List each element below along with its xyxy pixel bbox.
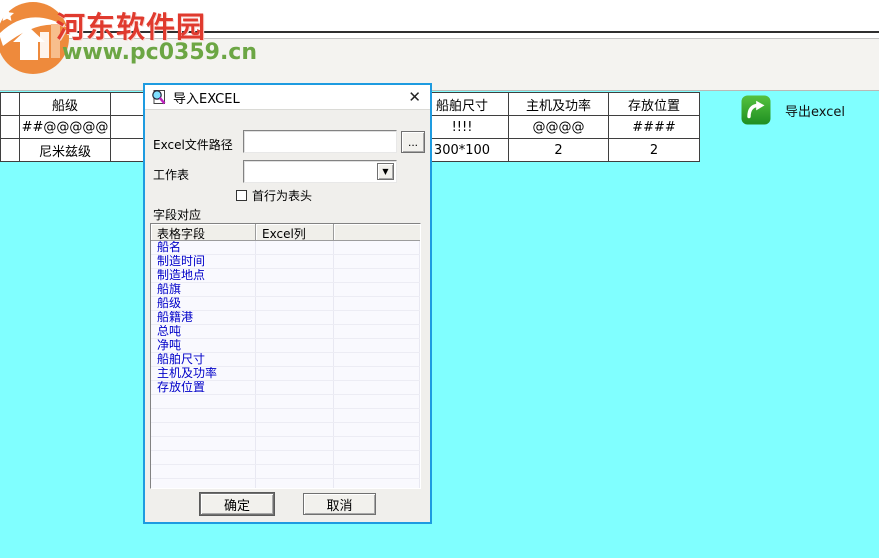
grid-field-cell[interactable]: 制造地点 <box>151 269 256 282</box>
grid-row[interactable]: 船舶尺寸 <box>151 353 420 367</box>
table-cell[interactable]: 2 <box>508 138 609 162</box>
grid-field-cell[interactable]: 制造时间 <box>151 255 256 268</box>
grid-excel-cell[interactable] <box>256 339 334 352</box>
first-row-header-label: 首行为表头 <box>252 189 313 203</box>
grid-extra-cell[interactable] <box>334 339 420 352</box>
grid-extra-cell[interactable] <box>334 353 420 366</box>
grid-excel-cell[interactable] <box>256 297 334 310</box>
grid-row[interactable]: 存放位置 <box>151 381 420 395</box>
grid-extra-cell[interactable] <box>334 381 420 394</box>
grid-field-cell[interactable]: 净吨 <box>151 339 256 352</box>
browse-button[interactable]: ... <box>401 131 425 153</box>
grid-row[interactable]: 净吨 <box>151 339 420 353</box>
grid-column-header-excel-column: Excel列 <box>256 224 334 241</box>
grid-row[interactable]: 船名 <box>151 241 420 255</box>
grid-row[interactable]: 主机及功率 <box>151 367 420 381</box>
grid-excel-cell[interactable] <box>256 367 334 380</box>
grid-field-cell[interactable]: 存放位置 <box>151 381 256 394</box>
mapping-grid: 表格字段 Excel列 船名 制造时间 制造地点 船旗 船级 船籍港 总吨 净吨… <box>150 223 421 489</box>
worksheet-label: 工作表 <box>153 168 190 182</box>
column-header-engine-power: 主机及功率 <box>508 92 609 116</box>
toolbar-button-export-excel[interactable]: 导出excel <box>741 94 845 126</box>
grid-extra-cell[interactable] <box>334 367 420 380</box>
close-icon[interactable]: ✕ <box>408 89 421 105</box>
grid-excel-cell[interactable] <box>256 381 334 394</box>
grid-column-header-empty <box>334 224 420 241</box>
grid-extra-cell[interactable] <box>334 269 420 282</box>
grid-row-empty[interactable] <box>151 409 420 423</box>
grid-column-header-table-field: 表格字段 <box>151 224 256 241</box>
grid-field-cell[interactable]: 船旗 <box>151 283 256 296</box>
field-mapping-label: 字段对应 <box>153 208 202 222</box>
site-url: www.pc0359.cn <box>62 40 258 65</box>
grid-row-empty[interactable] <box>151 465 420 479</box>
grid-extra-cell[interactable] <box>334 241 420 254</box>
ok-button[interactable]: 确定 <box>199 492 275 516</box>
table-cell[interactable]: @@@@ <box>508 115 609 139</box>
grid-excel-cell[interactable] <box>256 255 334 268</box>
table-cell[interactable]: 2 <box>608 138 700 162</box>
grid-excel-cell[interactable] <box>256 311 334 324</box>
grid-row[interactable]: 制造时间 <box>151 255 420 269</box>
dialog-title-bar[interactable]: 导入EXCEL ✕ <box>145 85 430 110</box>
grid-field-cell[interactable]: 总吨 <box>151 325 256 338</box>
grid-row[interactable]: 制造地点 <box>151 269 420 283</box>
grid-row-empty[interactable] <box>151 451 420 465</box>
column-header-storage-location: 存放位置 <box>608 92 700 116</box>
row-selector[interactable] <box>0 115 20 139</box>
export-arrow-icon <box>741 95 771 125</box>
column-header <box>0 92 20 116</box>
table-cell[interactable]: #### <box>608 115 700 139</box>
toolbar-label: 导出excel <box>785 104 845 120</box>
table-cell[interactable]: 尼米兹级 <box>19 138 111 162</box>
grid-row[interactable]: 船籍港 <box>151 311 420 325</box>
grid-field-cell[interactable]: 船舶尺寸 <box>151 353 256 366</box>
grid-excel-cell[interactable] <box>256 325 334 338</box>
grid-header-row: 表格字段 Excel列 <box>151 224 420 241</box>
file-path-label: Excel文件路径 <box>153 138 233 152</box>
grid-extra-cell[interactable] <box>334 311 420 324</box>
worksheet-select[interactable]: ▼ <box>243 160 397 183</box>
grid-extra-cell[interactable] <box>334 297 420 310</box>
grid-extra-cell[interactable] <box>334 255 420 268</box>
grid-field-cell[interactable]: 船名 <box>151 241 256 254</box>
grid-extra-cell[interactable] <box>334 283 420 296</box>
first-row-header-checkbox[interactable] <box>236 190 247 201</box>
grid-row[interactable]: 船级 <box>151 297 420 311</box>
row-selector[interactable] <box>0 138 20 162</box>
cancel-button[interactable]: 取消 <box>303 493 376 515</box>
grid-row[interactable]: 船旗 <box>151 283 420 297</box>
file-path-input[interactable] <box>243 130 397 153</box>
dialog-title: 导入EXCEL <box>173 91 240 107</box>
grid-row-empty[interactable] <box>151 395 420 409</box>
chevron-down-icon[interactable]: ▼ <box>377 163 394 180</box>
grid-field-cell[interactable]: 船籍港 <box>151 311 256 324</box>
grid-excel-cell[interactable] <box>256 353 334 366</box>
column-header-ship-class: 船级 <box>19 92 111 116</box>
grid-row[interactable]: 总吨 <box>151 325 420 339</box>
grid-extra-cell[interactable] <box>334 325 420 338</box>
table-cell[interactable]: ##@@@@@ <box>19 115 111 139</box>
grid-row-empty[interactable] <box>151 479 420 488</box>
search-document-icon <box>152 90 166 105</box>
grid-row-empty[interactable] <box>151 437 420 451</box>
grid-excel-cell[interactable] <box>256 269 334 282</box>
grid-row-empty[interactable] <box>151 423 420 437</box>
grid-excel-cell[interactable] <box>256 283 334 296</box>
grid-excel-cell[interactable] <box>256 241 334 254</box>
first-row-header-option[interactable]: 首行为表头 <box>236 187 312 204</box>
grid-field-cell[interactable]: 主机及功率 <box>151 367 256 380</box>
import-excel-dialog: 导入EXCEL ✕ Excel文件路径 ... 工作表 ▼ 首行为表头 字段对应… <box>143 83 432 524</box>
grid-field-cell[interactable]: 船级 <box>151 297 256 310</box>
